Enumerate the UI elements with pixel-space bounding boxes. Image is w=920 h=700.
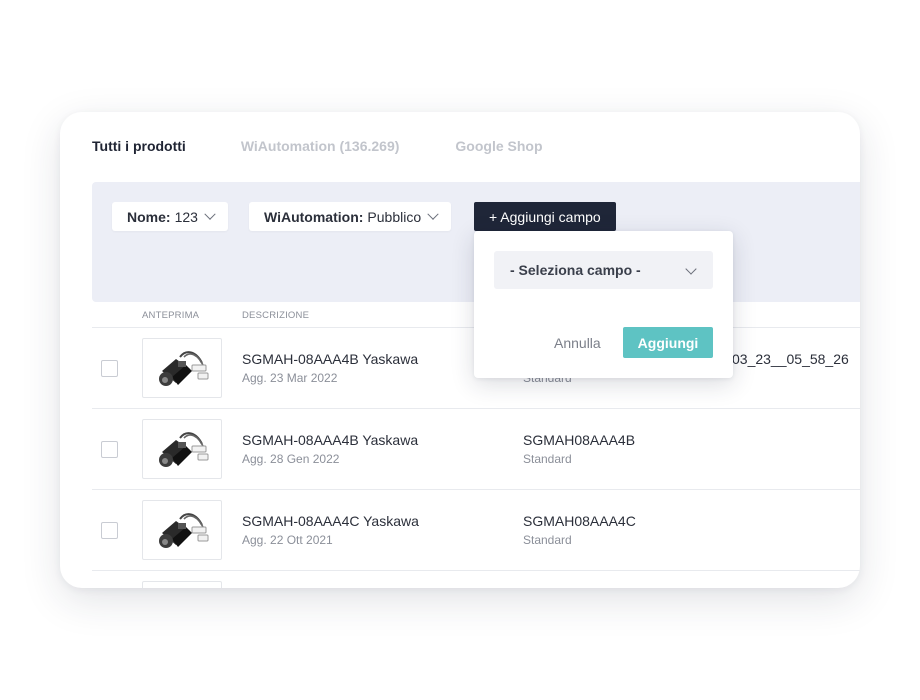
product-sku: SGMAH08AAA4B	[523, 432, 636, 448]
servo-motor-image	[159, 432, 209, 467]
row-checkbox[interactable]	[101, 441, 118, 458]
add-field-popover: - Seleziona campo - Annulla Aggiungi	[474, 231, 733, 378]
product-updated: Agg. 23 Mar 2022	[242, 371, 338, 385]
row-checkbox[interactable]	[101, 360, 118, 377]
servo-motor-image	[159, 513, 209, 548]
tab-wiautomation[interactable]: WiAutomation (136.269)	[241, 138, 400, 158]
product-name[interactable]: SGMAH-08AAA4C Yaskawa	[242, 513, 419, 529]
filter-key: Nome:	[127, 208, 171, 225]
chevron-down-icon	[685, 263, 697, 275]
product-name[interactable]: SGMAH-08AAA4B Yaskawa	[242, 351, 418, 367]
product-sku: SGMAH08AAA4C	[523, 513, 636, 529]
product-thumbnail[interactable]	[142, 338, 222, 398]
tab-all-products[interactable]: Tutti i prodotti	[92, 138, 186, 158]
product-extra-field: 03_23__05_58_26	[732, 351, 849, 367]
tab-google-shop[interactable]: Google Shop	[455, 138, 542, 158]
products-card: Tutti i prodotti WiAutomation (136.269) …	[60, 112, 860, 588]
product-updated: Agg. 22 Ott 2021	[242, 533, 333, 547]
column-header-description[interactable]: DESCRIZIONE	[242, 310, 309, 321]
add-field-button[interactable]: + Aggiungi campo	[474, 202, 616, 231]
product-type: Standard	[523, 452, 572, 466]
field-select[interactable]: - Seleziona campo -	[494, 251, 713, 289]
chevron-down-icon	[427, 208, 439, 220]
product-name[interactable]: SGMAH-08AAA4B Yaskawa	[242, 432, 418, 448]
filter-value: 123	[174, 208, 198, 225]
filter-chip-wiautomation[interactable]: WiAutomation: Pubblico	[249, 202, 452, 231]
add-button[interactable]: Aggiungi	[623, 327, 713, 358]
filter-key: WiAutomation:	[264, 208, 364, 225]
chevron-down-icon	[204, 208, 216, 220]
table-row[interactable]: SGMAH-08AAA4B Yaskawa Agg. 28 Gen 2022 S…	[92, 409, 860, 490]
column-header-preview[interactable]: ANTEPRIMA	[142, 310, 199, 321]
servo-motor-image	[159, 351, 209, 386]
field-select-placeholder: - Seleziona campo -	[510, 262, 641, 278]
row-checkbox[interactable]	[101, 522, 118, 539]
cancel-button[interactable]: Annulla	[554, 335, 601, 351]
product-type: Standard	[523, 533, 572, 547]
product-updated: Agg. 28 Gen 2022	[242, 452, 340, 466]
tab-bar: Tutti i prodotti WiAutomation (136.269) …	[92, 138, 543, 158]
product-thumbnail[interactable]	[142, 581, 222, 588]
table-row[interactable]: SGMAH-08AAA4C Yaskawa Agg. 22 Ott 2021 S…	[92, 490, 860, 571]
table-row[interactable]	[92, 571, 860, 588]
filter-value: Pubblico	[367, 208, 422, 225]
product-thumbnail[interactable]	[142, 419, 222, 479]
filter-chip-name[interactable]: Nome: 123	[112, 202, 228, 231]
product-thumbnail[interactable]	[142, 500, 222, 560]
